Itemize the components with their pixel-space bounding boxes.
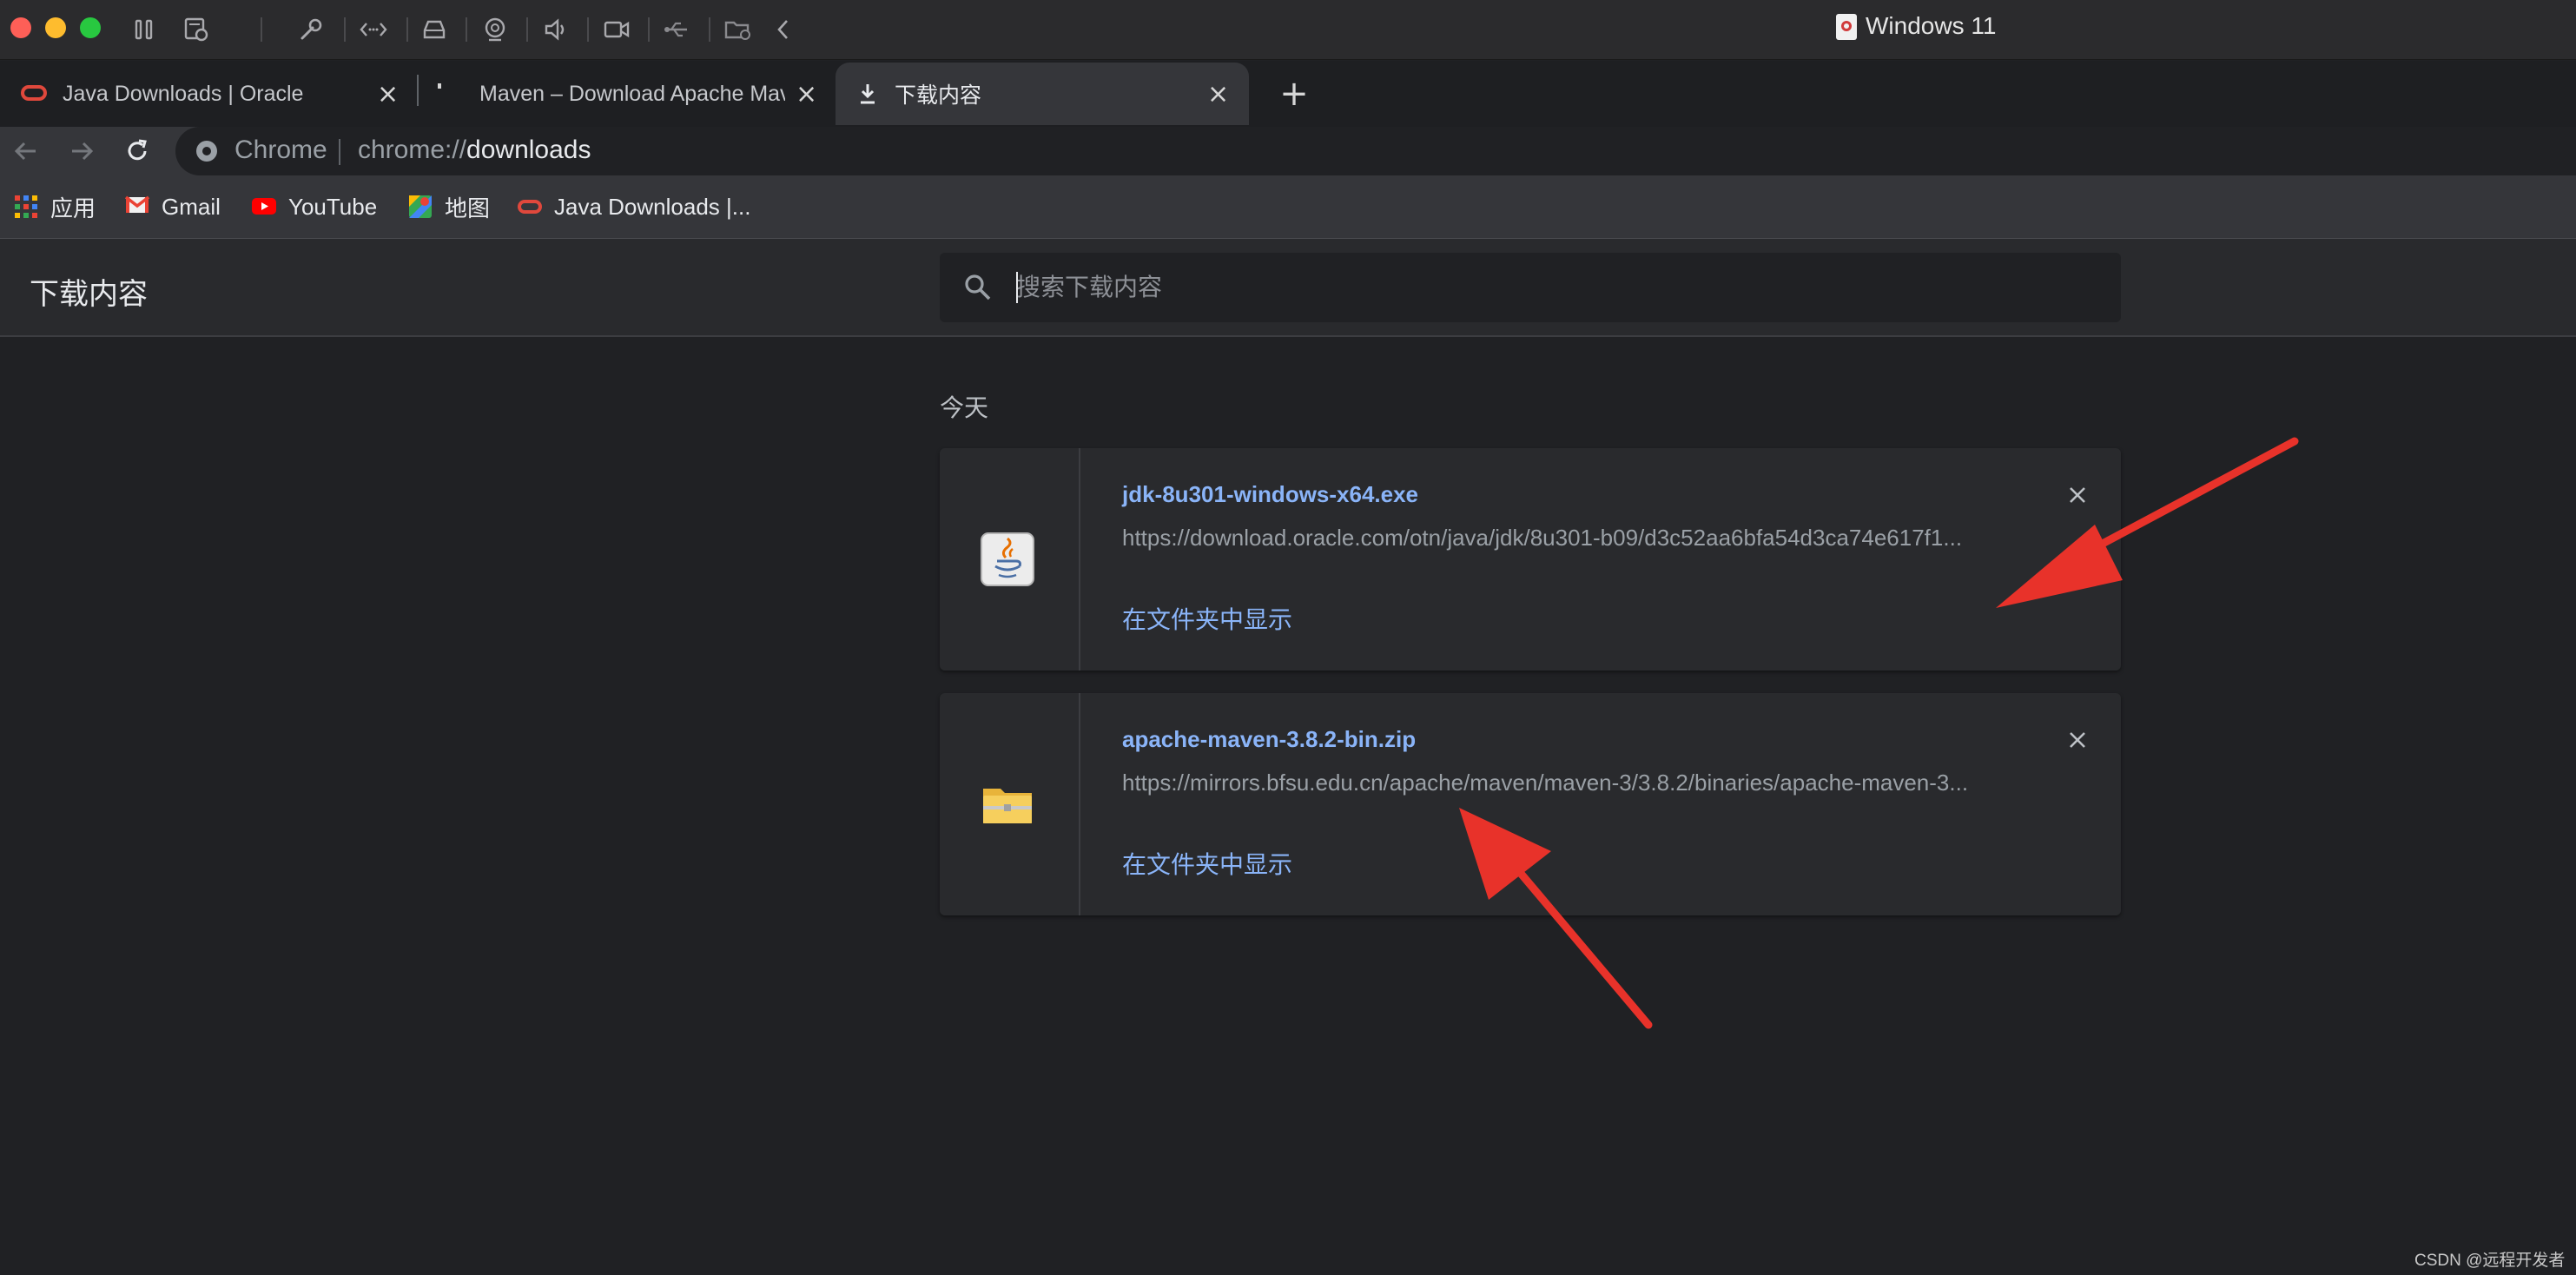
watermark: CSDN @远程开发者	[2414, 1252, 2566, 1270]
annotation-arrow	[1996, 437, 2299, 608]
annotation-arrow	[1459, 808, 1653, 1029]
annotation-arrows	[1459, 437, 2299, 1029]
